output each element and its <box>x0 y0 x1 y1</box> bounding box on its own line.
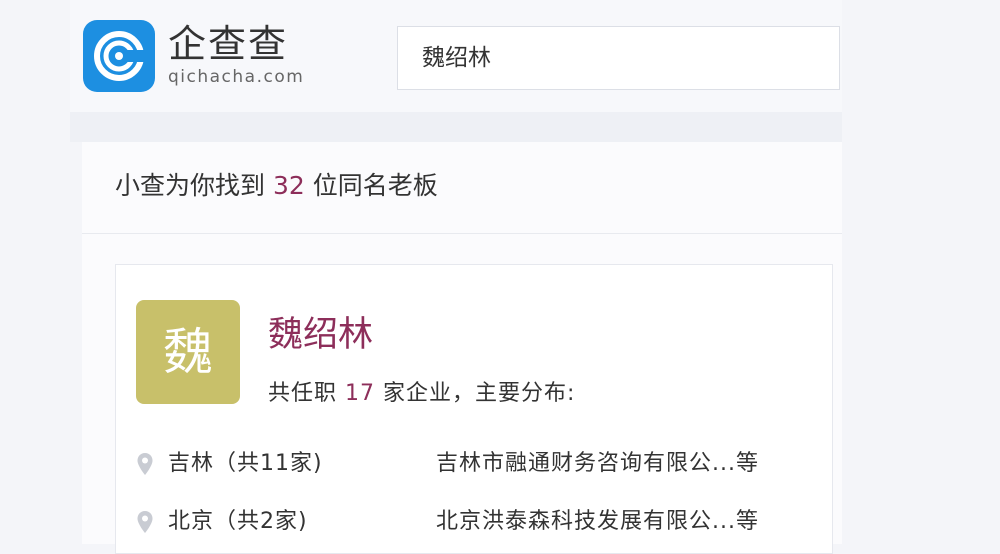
location-label: 北京（共2家) <box>168 509 308 534</box>
brand-name[interactable]: 企查查 <box>168 20 288 68</box>
divider <box>82 233 842 234</box>
company-link[interactable]: 吉林市融通财务咨询有限公...等 <box>436 446 759 482</box>
location-row: 北京（共2家) 北京洪泰森科技发展有限公...等 <box>0 504 1000 540</box>
location-row: 吉林（共11家) 吉林市融通财务咨询有限公...等 <box>0 446 1000 482</box>
company-link[interactable]: 北京洪泰森科技发展有限公...等 <box>436 504 759 540</box>
summary-prefix: 共任职 <box>268 381 338 406</box>
result-count-suffix: 位同名老板 <box>312 171 438 200</box>
result-count-prefix: 小查为你找到 <box>115 171 266 200</box>
company-count: 17 <box>345 381 376 406</box>
company-summary: 共任职 17 家企业，主要分布: <box>268 376 575 412</box>
search-input[interactable]: 魏绍林 <box>397 26 840 90</box>
location-pin-icon <box>137 453 153 475</box>
result-count: 小查为你找到 32 位同名老板 <box>115 166 438 206</box>
summary-suffix: 家企业，主要分布: <box>383 381 576 406</box>
avatar[interactable]: 魏 <box>136 300 240 404</box>
qichacha-logo-icon[interactable] <box>83 20 155 92</box>
location-label: 吉林（共11家) <box>168 451 323 476</box>
person-name-link[interactable]: 魏绍林 <box>268 312 373 358</box>
header-separator <box>70 112 842 142</box>
brand-domain: qichacha.com <box>168 67 305 87</box>
location-pin-icon <box>137 511 153 533</box>
result-count-number: 32 <box>272 171 305 200</box>
